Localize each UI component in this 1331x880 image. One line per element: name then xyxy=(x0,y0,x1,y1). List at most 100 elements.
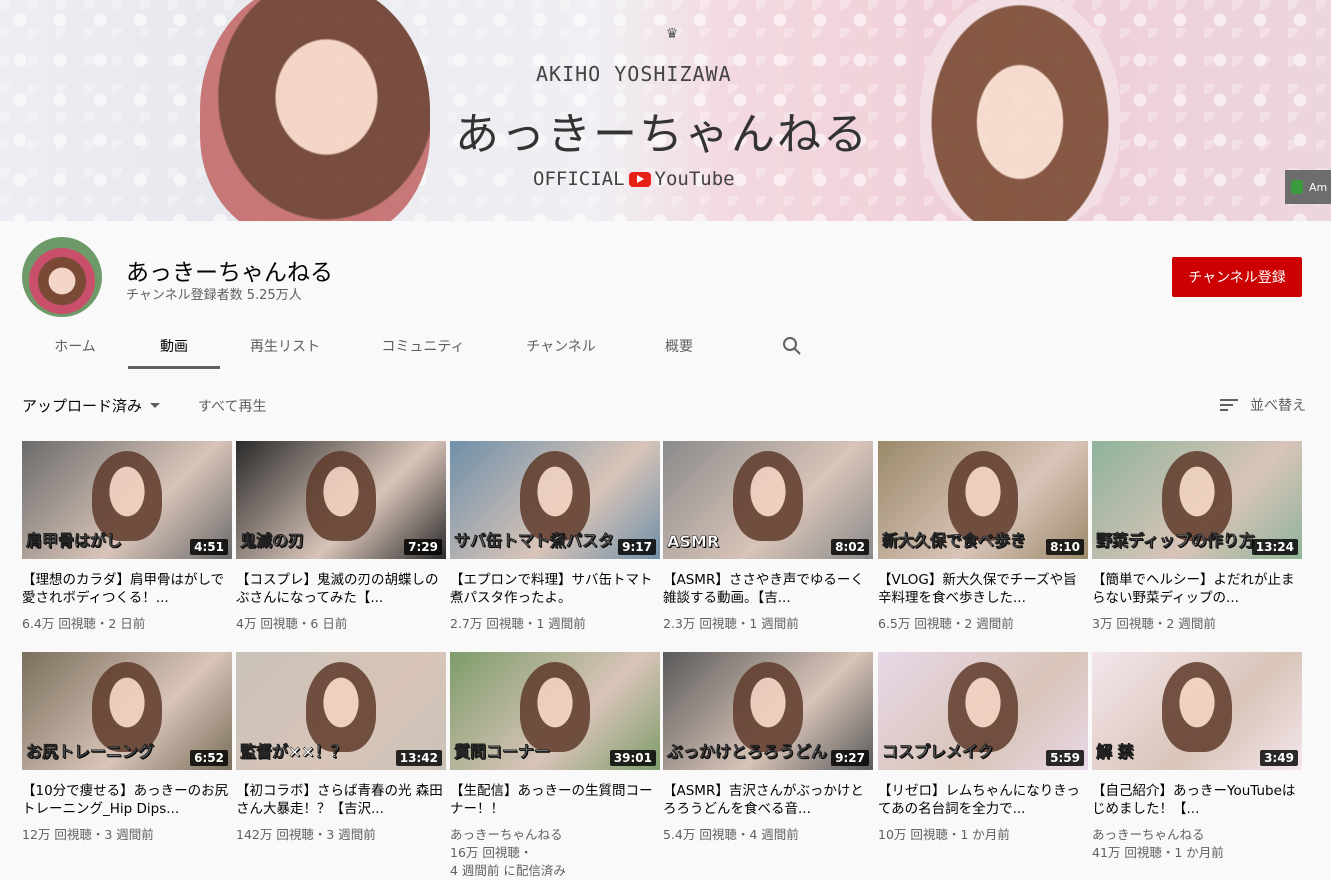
video-meta-line: 4 週間前 に配信済み xyxy=(450,863,566,878)
video-meta: あっきーちゃんねる 41万 回視聴・1 か月前 xyxy=(1092,826,1302,862)
tab-videos[interactable]: 動画 xyxy=(128,323,220,369)
video-card[interactable]: 質問コーナー 39:01 【生配信】あっきーの生質問コーナー！！ あっきーちゃんねる 1… xyxy=(450,652,660,880)
video-meta: あっきーちゃんねる 16万 回視聴・ 4 週間前 に配信済み xyxy=(450,826,660,880)
video-card[interactable]: 解 禁 3:49 【自己紹介】あっきーYouTubeはじめました！【... あっきーち… xyxy=(1092,652,1302,862)
video-card[interactable]: ぶっかけとろろうどん 9:27 【ASMR】吉沢さんがぶっかけとろろうどんを食べる音… xyxy=(663,652,873,844)
video-meta: 10万 回視聴・1 か月前 xyxy=(878,826,1088,844)
banner-photo-left xyxy=(200,0,430,221)
video-title[interactable]: 【自己紹介】あっきーYouTubeはじめました！【... xyxy=(1092,782,1302,818)
thumbnail-caption: ぶっかけとろろうどん xyxy=(667,742,828,762)
video-meta: 2.3万 回視聴・1 週間前 xyxy=(663,615,873,633)
video-thumbnail[interactable]: ASMR 8:02 xyxy=(663,441,873,559)
video-thumbnail[interactable]: 新大久保で食べ歩き 8:10 xyxy=(878,441,1088,559)
video-duration: 9:17 xyxy=(618,539,656,555)
video-thumbnail[interactable]: 監督が××！？ 13:42 xyxy=(236,652,446,770)
video-duration: 13:42 xyxy=(395,750,442,766)
youtube-logo-icon xyxy=(628,171,651,187)
subscribe-button[interactable]: チャンネル登録 xyxy=(1172,257,1302,297)
subscriber-count: チャンネル登録者数 5.25万人 xyxy=(126,288,302,303)
tab-community[interactable]: コミュニティ xyxy=(350,323,496,369)
thumbnail-person xyxy=(733,451,803,541)
video-title[interactable]: 【ASMR】ささやき声でゆるーく雑談する動画。【吉... xyxy=(663,571,873,607)
video-meta-line: 2.7万 回視聴・1 週間前 xyxy=(450,616,586,631)
thumbnail-person xyxy=(1162,662,1232,752)
thumbnail-caption: サバ缶トマト煮パスタ xyxy=(454,531,615,551)
video-thumbnail[interactable]: 鬼滅の刃 7:29 xyxy=(236,441,446,559)
avatar[interactable] xyxy=(22,237,102,317)
video-duration: 4:51 xyxy=(190,539,228,555)
channel-name: あっきーちゃんねる xyxy=(126,260,333,286)
video-thumbnail[interactable]: 肩甲骨はがし 4:51 xyxy=(22,441,232,559)
tab-about[interactable]: 概要 xyxy=(626,323,732,369)
sort-label: 並べ替え xyxy=(1250,398,1306,414)
banner-title-jp: あっきーちゃんねる xyxy=(455,109,869,160)
tab-home[interactable]: ホーム xyxy=(22,323,128,369)
video-title[interactable]: 【初コラボ】さらば青春の光 森田さん大暴走！？【吉沢... xyxy=(236,782,446,818)
channel-header: あっきーちゃんねる チャンネル登録者数 5.25万人 チャンネル登録 ホーム 動… xyxy=(0,221,1331,369)
video-title[interactable]: 【VLOG】新大久保でチーズや旨辛料理を食べ歩きした... xyxy=(878,571,1088,607)
banner-title-en: AKIHO YOSHIZAWA xyxy=(536,62,732,86)
banner-link[interactable]: Am xyxy=(1285,170,1331,204)
banner-link-label: Am xyxy=(1309,180,1328,194)
video-thumbnail[interactable]: サバ缶トマト煮パスタ 9:17 xyxy=(450,441,660,559)
video-card[interactable]: 肩甲骨はがし 4:51 【理想のカラダ】肩甲骨はがしで愛されボディつくる！... 6.… xyxy=(22,441,232,633)
video-card[interactable]: 鬼滅の刃 7:29 【コスプレ】鬼滅の刃の胡蝶しのぶさんになってみた【... 4万 回… xyxy=(236,441,446,633)
video-title[interactable]: 【生配信】あっきーの生質問コーナー！！ xyxy=(450,782,660,818)
video-thumbnail[interactable]: コスプレメイク 5:59 xyxy=(878,652,1088,770)
video-card[interactable]: 監督が××！？ 13:42 【初コラボ】さらば青春の光 森田さん大暴走！？【吉沢..… xyxy=(236,652,446,844)
video-card[interactable]: 野菜ディップの作り方 13:24 【簡単でヘルシー】よだれが止まらない野菜ディップの… xyxy=(1092,441,1302,633)
thumbnail-caption: 新大久保で食べ歩き xyxy=(882,531,1027,551)
video-meta: 3万 回視聴・2 週間前 xyxy=(1092,615,1302,633)
video-card[interactable]: 新大久保で食べ歩き 8:10 【VLOG】新大久保でチーズや旨辛料理を食べ歩きした.… xyxy=(878,441,1088,633)
video-title[interactable]: 【エプロンで料理】サバ缶トマト煮パスタ作ったよ。 xyxy=(450,571,660,607)
banner-youtube-label: YouTube xyxy=(654,168,735,190)
video-card[interactable]: ASMR 8:02 【ASMR】ささやき声でゆるーく雑談する動画。【吉... 2.3万… xyxy=(663,441,873,633)
video-title[interactable]: 【コスプレ】鬼滅の刃の胡蝶しのぶさんになってみた【... xyxy=(236,571,446,607)
video-card[interactable]: サバ缶トマト煮パスタ 9:17 【エプロンで料理】サバ缶トマト煮パスタ作ったよ。 2.… xyxy=(450,441,660,633)
video-title[interactable]: 【理想のカラダ】肩甲骨はがしで愛されボディつくる！... xyxy=(22,571,232,607)
caret-down-icon xyxy=(150,403,161,408)
video-meta-line: 10万 回視聴・1 か月前 xyxy=(878,827,1010,842)
video-thumbnail[interactable]: 質問コーナー 39:01 xyxy=(450,652,660,770)
video-meta-line: 16万 回視聴・ xyxy=(450,845,533,860)
video-duration: 6:52 xyxy=(190,750,228,766)
banner-official-label: OFFICIAL xyxy=(533,168,625,190)
video-meta: 6.4万 回視聴・2 日前 xyxy=(22,615,232,633)
video-card[interactable]: コスプレメイク 5:59 【リゼロ】レムちゃんになりきってあの名台詞を全力で... 1… xyxy=(878,652,1088,844)
video-duration: 8:10 xyxy=(1046,539,1084,555)
thumbnail-person xyxy=(306,451,376,541)
sort-icon xyxy=(1220,399,1238,411)
video-thumbnail[interactable]: ぶっかけとろろうどん 9:27 xyxy=(663,652,873,770)
tab-channels[interactable]: チャンネル xyxy=(496,323,626,369)
sort-button[interactable]: 並べ替え xyxy=(1220,395,1306,415)
video-thumbnail[interactable]: 解 禁 3:49 xyxy=(1092,652,1302,770)
uploads-filter-dropdown[interactable]: アップロード済み xyxy=(22,395,161,416)
thumbnail-caption: 野菜ディップの作り方 xyxy=(1096,531,1255,551)
video-meta: 12万 回視聴・3 週間前 xyxy=(22,826,232,844)
thumbnail-caption: 肩甲骨はがし xyxy=(26,531,123,551)
uploads-filter-label: アップロード済み xyxy=(22,397,143,415)
video-duration: 5:59 xyxy=(1046,750,1084,766)
video-meta-line: あっきーちゃんねる xyxy=(450,827,563,842)
video-duration: 8:02 xyxy=(831,539,869,555)
tab-playlists[interactable]: 再生リスト xyxy=(220,323,350,369)
video-card[interactable]: お尻トレーニング 6:52 【10分で痩せる】あっきーのお尻トレーニング_Hip D… xyxy=(22,652,232,844)
thumbnail-caption: 質問コーナー xyxy=(454,742,551,762)
banner-official: OFFICIAL YouTube xyxy=(533,168,735,190)
video-title[interactable]: 【ASMR】吉沢さんがぶっかけとろろうどんを食べる音... xyxy=(663,782,873,818)
play-all-button[interactable]: すべて再生 xyxy=(198,396,266,416)
video-title[interactable]: 【簡単でヘルシー】よだれが止まらない野菜ディップの... xyxy=(1092,571,1302,607)
video-meta-line: 6.4万 回視聴・2 日前 xyxy=(22,616,146,631)
thumbnail-caption: ASMR xyxy=(667,532,720,552)
video-thumbnail[interactable]: 野菜ディップの作り方 13:24 xyxy=(1092,441,1302,559)
video-title[interactable]: 【リゼロ】レムちゃんになりきってあの名台詞を全力で... xyxy=(878,782,1088,818)
video-meta-line: 6.5万 回視聴・2 週間前 xyxy=(878,616,1014,631)
video-meta-line: 3万 回視聴・2 週間前 xyxy=(1092,616,1216,631)
video-title[interactable]: 【10分で痩せる】あっきーのお尻トレーニング_Hip Dips... xyxy=(22,782,232,818)
thumbnail-caption: お尻トレーニング xyxy=(26,742,155,762)
video-meta-line: 4万 回視聴・6 日前 xyxy=(236,616,348,631)
search-icon[interactable] xyxy=(780,334,804,358)
videos-section: アップロード済み すべて再生 並べ替え 肩甲骨はがし 4:51 【理想のカラダ】肩甲… xyxy=(0,369,1331,878)
video-meta-line: あっきーちゃんねる xyxy=(1092,827,1205,842)
video-thumbnail[interactable]: お尻トレーニング 6:52 xyxy=(22,652,232,770)
